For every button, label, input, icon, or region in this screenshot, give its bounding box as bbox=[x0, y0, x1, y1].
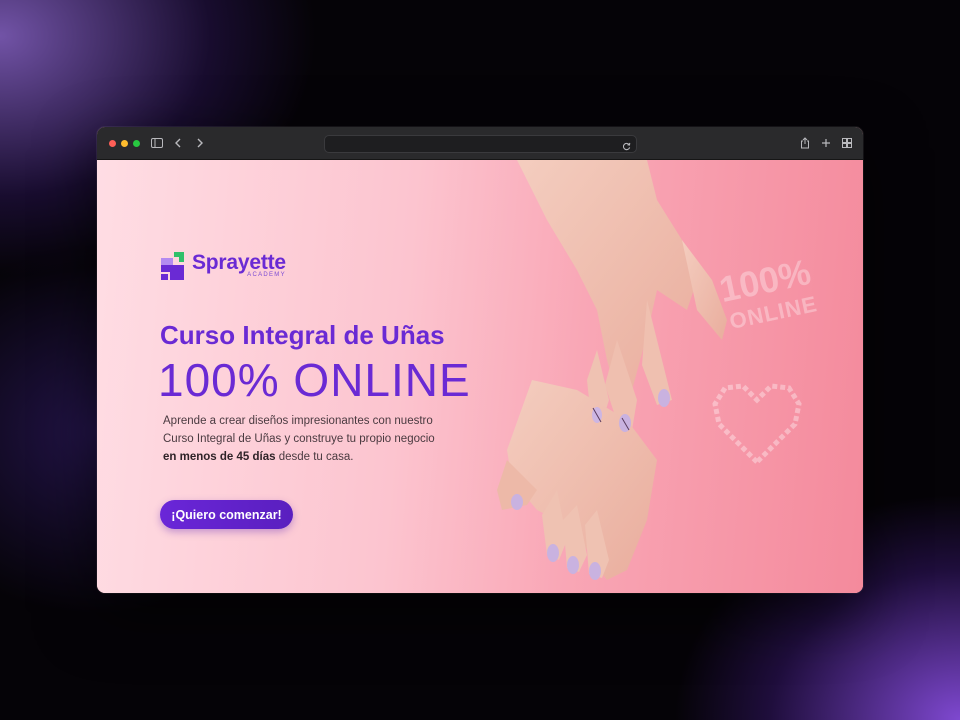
hero-description: Aprende a crear diseños impresionantes c… bbox=[163, 412, 483, 466]
description-bold: en menos de 45 días bbox=[163, 451, 276, 463]
pixel-heart-icon bbox=[712, 383, 802, 466]
brand-logo[interactable]: Sprayette ACADEMY bbox=[160, 252, 286, 282]
browser-toolbar bbox=[97, 127, 863, 160]
forward-icon[interactable] bbox=[194, 134, 206, 152]
description-line-1: Aprende a crear diseños impresionantes c… bbox=[163, 415, 433, 427]
share-icon[interactable] bbox=[799, 134, 811, 152]
address-bar[interactable] bbox=[324, 135, 637, 153]
brand-name: Sprayette bbox=[192, 251, 286, 274]
description-line-2: Curso Integral de Uñas y construye tu pr… bbox=[163, 433, 435, 445]
sidebar-icon[interactable] bbox=[150, 134, 164, 152]
new-tab-icon[interactable] bbox=[820, 134, 832, 152]
reload-icon[interactable] bbox=[622, 138, 631, 156]
tab-overview-icon[interactable] bbox=[841, 134, 853, 152]
zoom-window-button[interactable] bbox=[133, 140, 140, 147]
hero-section: 100% ONLINE Sprayette ACADEMY Curso Inte… bbox=[97, 160, 863, 593]
start-course-button[interactable]: ¡Quiero comenzar! bbox=[160, 500, 293, 529]
sprayette-logo-icon bbox=[161, 252, 184, 280]
minimize-window-button[interactable] bbox=[121, 140, 128, 147]
hero-subtitle: 100% ONLINE bbox=[158, 354, 471, 406]
close-window-button[interactable] bbox=[109, 140, 116, 147]
description-end: desde tu casa. bbox=[275, 451, 354, 463]
browser-window: 100% ONLINE Sprayette ACADEMY Curso Inte… bbox=[97, 127, 863, 593]
hero-title: Curso Integral de Uñas bbox=[160, 320, 445, 350]
hands-photo bbox=[497, 160, 727, 580]
back-icon[interactable] bbox=[172, 134, 184, 152]
